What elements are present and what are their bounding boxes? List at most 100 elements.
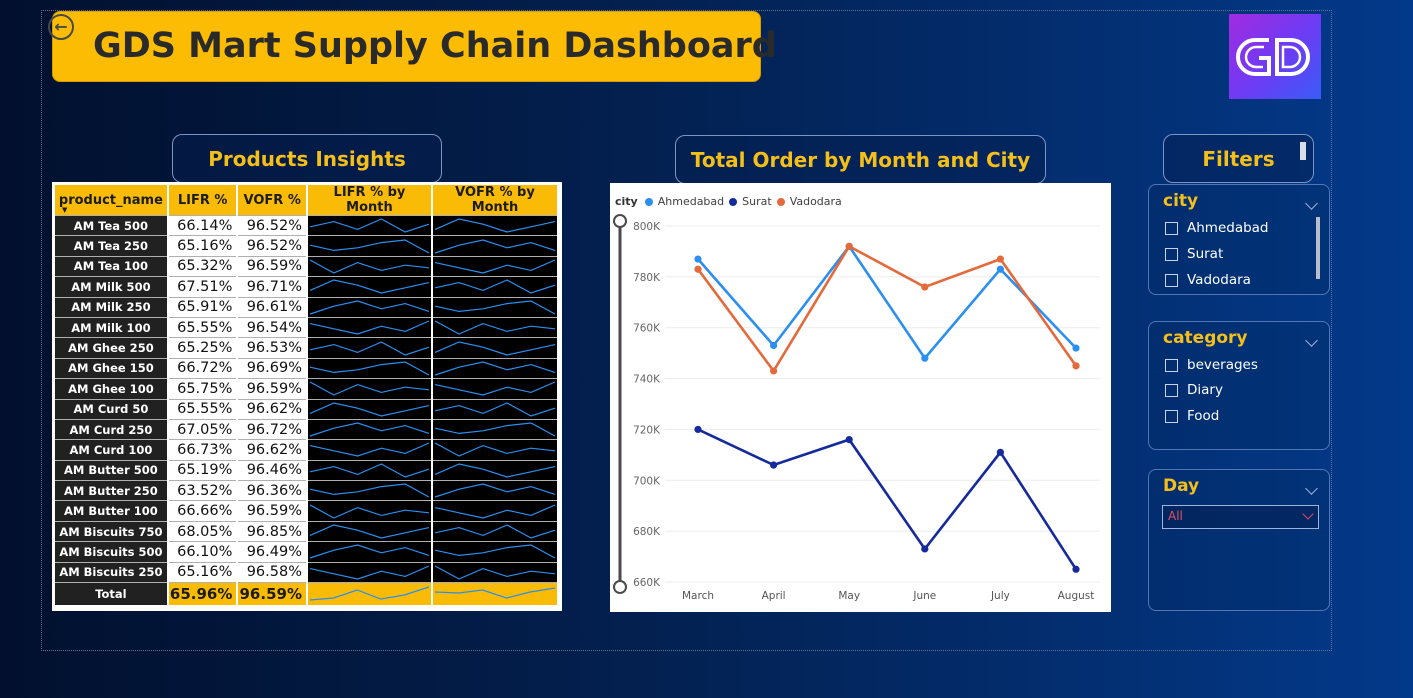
city-filter-scrollbar[interactable]: [1316, 217, 1320, 279]
table-row[interactable]: AM Curd 100 66.73% 96.62%: [55, 439, 557, 461]
table-row[interactable]: AM Biscuits 250 65.16% 96.58%: [55, 561, 557, 583]
table-row[interactable]: AM Ghee 150 66.72% 96.69%: [55, 357, 557, 379]
lifr-cell: 65.25%: [166, 337, 238, 359]
sparkline: [309, 361, 430, 376]
day-dropdown[interactable]: All: [1162, 505, 1319, 529]
checkbox[interactable]: [1165, 409, 1178, 423]
sparkline: [309, 300, 430, 315]
x-tick-label: June: [912, 590, 936, 602]
chevron-down-icon[interactable]: [1305, 482, 1318, 495]
table-row[interactable]: AM Butter 100 66.66% 96.59%: [55, 500, 557, 522]
chevron-down-icon[interactable]: [1305, 197, 1318, 210]
data-point-ahmedabad[interactable]: [921, 354, 929, 362]
col-vofr[interactable]: VOFR %: [236, 185, 307, 216]
lifr-sparkline-cell: [305, 459, 432, 481]
data-point-vadodara[interactable]: [996, 255, 1004, 263]
product-name-cell: AM Butter 250: [55, 480, 168, 501]
table-row[interactable]: AM Butter 250 63.52% 96.36%: [55, 480, 557, 501]
table-row[interactable]: AM Curd 50 65.55% 96.62%: [55, 398, 557, 420]
data-point-ahmedabad[interactable]: [996, 265, 1004, 273]
city-filter-title: city: [1163, 191, 1199, 211]
data-point-vadodara[interactable]: [694, 265, 702, 273]
data-point-vadodara[interactable]: [845, 242, 853, 250]
lifr-sparkline-cell: [305, 561, 432, 583]
city-option-surat[interactable]: Surat: [1165, 246, 1223, 262]
product-name-cell: AM Curd 100: [55, 439, 168, 461]
data-point-vadodara[interactable]: [1072, 362, 1080, 370]
filters-button[interactable]: Filters: [1163, 134, 1314, 183]
lifr-cell: 67.05%: [166, 418, 238, 440]
table-row[interactable]: AM Tea 250 65.16% 96.52%: [55, 235, 557, 257]
checkbox[interactable]: [1165, 221, 1178, 235]
vofr-sparkline-cell: [430, 520, 557, 542]
sparkline: [434, 524, 556, 539]
table-row[interactable]: AM Biscuits 500 66.10% 96.49%: [55, 541, 557, 563]
category-filter-title: category: [1163, 328, 1248, 348]
vofr-cell: 96.52%: [236, 235, 307, 257]
data-point-surat[interactable]: [996, 448, 1004, 456]
x-tick-label: July: [990, 590, 1010, 602]
data-point-surat[interactable]: [845, 436, 853, 444]
x-tick-label: March: [682, 590, 714, 602]
data-point-surat[interactable]: [921, 545, 929, 553]
filters-scroll-indicator[interactable]: [1300, 142, 1306, 160]
sparkline: [434, 381, 556, 396]
col-lifr[interactable]: LIFR %: [166, 185, 238, 216]
category-option-beverages[interactable]: beverages: [1165, 357, 1258, 373]
data-point-vadodara[interactable]: [921, 283, 929, 291]
zoom-slider-handle-top[interactable]: [613, 214, 627, 228]
checkbox[interactable]: [1165, 383, 1178, 397]
vofr-sparkline-cell: [430, 214, 557, 236]
sparkline: [309, 259, 429, 274]
x-tick-label: May: [838, 590, 860, 602]
chart-plot: 800K 780K 760K 740K 720K 700K 680K 660K March Apr…: [613, 214, 1100, 602]
chevron-down-icon[interactable]: [1305, 334, 1318, 347]
table-row[interactable]: AM Ghee 100 65.75% 96.59%: [55, 378, 557, 400]
total-label: Total: [55, 582, 168, 605]
data-point-vadodara[interactable]: [770, 367, 778, 375]
order-by-month-city-button[interactable]: Total Order by Month and City: [675, 135, 1046, 184]
data-point-surat[interactable]: [694, 425, 702, 434]
data-point-surat[interactable]: [770, 461, 778, 469]
category-option-food[interactable]: Food: [1165, 408, 1219, 424]
product-name-cell: AM Tea 100: [55, 255, 168, 277]
data-point-ahmedabad[interactable]: [770, 341, 778, 350]
table-row[interactable]: AM Butter 500 65.19% 96.46%: [55, 459, 557, 481]
col-product-name[interactable]: product_name ▼: [55, 185, 168, 216]
checkbox[interactable]: [1165, 247, 1178, 261]
data-point-ahmedabad[interactable]: [1072, 344, 1080, 352]
y-tick-label: 800K: [633, 221, 661, 233]
checkbox[interactable]: [1165, 358, 1178, 372]
table-row[interactable]: AM Tea 100 65.32% 96.59%: [55, 255, 557, 277]
table-row[interactable]: AM Curd 250 67.05% 96.72%: [55, 418, 557, 440]
sparkline: [434, 544, 556, 559]
col-lifr-by-month[interactable]: LIFR % by Month: [305, 185, 432, 216]
table-row[interactable]: AM Milk 100 65.55% 96.54%: [55, 316, 557, 338]
page-title: GDS Mart Supply Chain Dashboard: [93, 26, 777, 66]
table-row[interactable]: AM Biscuits 750 68.05% 96.85%: [55, 520, 557, 542]
product-name-cell: AM Milk 500: [55, 276, 168, 298]
vofr-sparkline-cell: [430, 480, 557, 501]
table-row[interactable]: AM Milk 250 65.91% 96.61%: [55, 296, 557, 318]
lifr-cell: 65.16%: [166, 235, 238, 257]
sparkline: [309, 524, 430, 539]
data-point-surat[interactable]: [1072, 565, 1080, 573]
sparkline: [434, 259, 556, 274]
table-row[interactable]: AM Tea 500 66.14% 96.52%: [55, 214, 557, 236]
zoom-slider-handle-bottom[interactable]: [613, 580, 627, 594]
sparkline: [434, 504, 556, 519]
y-tick-label: 700K: [633, 475, 661, 487]
col-vofr-by-month[interactable]: VOFR % by Month: [430, 185, 557, 216]
category-option-diary[interactable]: Diary: [1165, 382, 1223, 398]
products-insights-button[interactable]: Products Insights: [172, 134, 442, 183]
checkbox[interactable]: [1165, 273, 1178, 287]
data-point-ahmedabad[interactable]: [694, 255, 702, 263]
table-row[interactable]: AM Milk 500 67.51% 96.71%: [55, 276, 557, 298]
city-option-vadodara[interactable]: Vadodara: [1165, 272, 1251, 288]
back-arrow-icon[interactable]: ←: [48, 14, 74, 40]
city-option-ahmedabad[interactable]: Ahmedabad: [1165, 220, 1269, 236]
vofr-sparkline-cell: [430, 418, 557, 440]
vofr-sparkline-cell: [430, 378, 557, 400]
table-row[interactable]: AM Ghee 250 65.25% 96.53%: [55, 337, 557, 359]
sparkline: [434, 442, 556, 458]
